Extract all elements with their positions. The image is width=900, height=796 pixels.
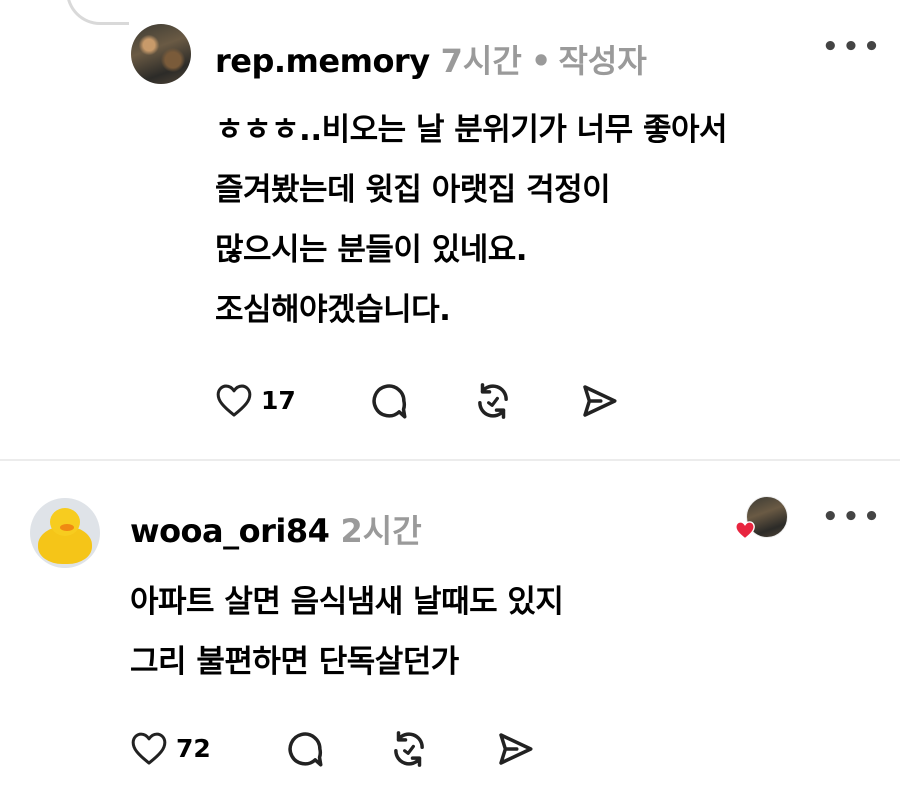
timestamp: 7시간 [440, 42, 522, 80]
separator: • [530, 42, 552, 80]
avatar[interactable] [131, 24, 191, 84]
comment-icon[interactable] [284, 728, 326, 770]
comment-line: 즐겨봤는데 윗집 아랫집 걱정이 [215, 172, 611, 208]
username[interactable]: rep.memory [215, 42, 430, 80]
comment-line: 그리 불편하면 단독살던가 [130, 644, 459, 680]
author-tag: 작성자 [558, 42, 647, 80]
comment-header: rep.memory 7시간 • 작성자 [215, 36, 647, 82]
heart-icon [735, 521, 755, 540]
share-icon[interactable] [494, 728, 536, 770]
like-count: 72 [176, 733, 211, 763]
share-icon[interactable] [578, 380, 620, 422]
avatar[interactable] [30, 498, 100, 568]
comment-icon[interactable] [368, 380, 410, 422]
comment-line: 조심해야겠습니다. [215, 292, 451, 328]
comment-line: 아파트 살면 음식냄새 날때도 있지 [130, 584, 564, 620]
like-count: 17 [261, 385, 296, 415]
like-button[interactable]: 17 [215, 382, 296, 418]
heart-icon [131, 732, 167, 765]
comment-line: ㅎㅎㅎ..비오는 날 분위기가 너무 좋아서 [215, 112, 728, 148]
like-button[interactable]: 72 [130, 730, 211, 766]
comment-line: 많으시는 분들이 있네요. [215, 232, 528, 268]
repost-icon[interactable] [388, 728, 430, 770]
thread-connector-line [66, 0, 129, 25]
timestamp: 2시간 [340, 512, 422, 550]
username[interactable]: wooa_ori84 [130, 512, 330, 550]
comment-header: wooa_ori84 2시간 [130, 506, 422, 552]
repost-icon[interactable] [472, 380, 514, 422]
heart-icon [216, 384, 252, 417]
comment-divider [0, 459, 900, 461]
comment-body: ㅎㅎㅎ..비오는 날 분위기가 너무 좋아서 즐겨봤는데 윗집 아랫집 걱정이 … [215, 100, 875, 340]
more-options-icon[interactable]: ••• [822, 32, 884, 62]
comment-body: 아파트 살면 음식냄새 날때도 있지 그리 불편하면 단독살던가 [130, 572, 830, 692]
more-options-icon[interactable]: ••• [822, 502, 884, 532]
